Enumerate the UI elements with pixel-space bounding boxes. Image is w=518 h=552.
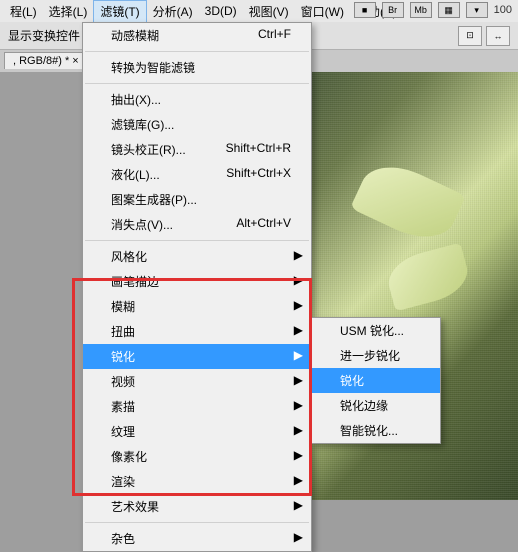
menu-item-label: 转换为智能滤镜: [111, 59, 195, 76]
submenu-item-锐化[interactable]: 锐化: [312, 368, 440, 393]
submenu-arrow-icon: ▶: [294, 530, 303, 544]
submenu-item-label: 智能锐化...: [340, 422, 398, 439]
menu-item-渲染[interactable]: 渲染 ▶: [83, 469, 311, 494]
icon-mb[interactable]: Mb: [410, 2, 432, 18]
menu-shortcut: Ctrl+F: [258, 27, 291, 44]
menu-item-label: 纹理: [111, 423, 135, 440]
menu-滤镜(T)[interactable]: 滤镜(T): [93, 0, 146, 23]
menu-item-label: 杂色: [111, 530, 135, 547]
menu-item-label: 视频: [111, 373, 135, 390]
menu-item-风格化[interactable]: 风格化 ▶: [83, 244, 311, 269]
menu-item-锐化[interactable]: 锐化 ▶: [83, 344, 311, 369]
menu-item-消失点(V)...[interactable]: 消失点(V)... Alt+Ctrl+V: [83, 212, 311, 237]
submenu-arrow-icon: ▶: [294, 448, 303, 462]
menu-item-label: 锐化: [111, 348, 135, 365]
submenu-item-label: USM 锐化...: [340, 322, 404, 339]
menu-item-label: 抽出(X)...: [111, 91, 161, 108]
menu-3D(D)[interactable]: 3D(D): [199, 2, 243, 20]
submenu-item-智能锐化...[interactable]: 智能锐化...: [312, 418, 440, 443]
menu-item-label: 镜头校正(R)...: [111, 141, 186, 158]
menu-分析(A)[interactable]: 分析(A): [147, 1, 199, 22]
icon-drop[interactable]: ▾: [466, 2, 488, 18]
submenu-item-进一步锐化[interactable]: 进一步锐化: [312, 343, 440, 368]
menu-item-label: 滤镜库(G)...: [111, 116, 174, 133]
menu-item-label: 像素化: [111, 448, 147, 465]
menu-item-label: 消失点(V)...: [111, 216, 173, 233]
filter-menu: 动感模糊 Ctrl+F 转换为智能滤镜抽出(X)... 滤镜库(G)... 镜头校正(R…: [82, 22, 312, 552]
menu-item-label: 动感模糊: [111, 27, 159, 44]
menu-item-滤镜库(G)...[interactable]: 滤镜库(G)...: [83, 112, 311, 137]
submenu-arrow-icon: ▶: [294, 498, 303, 512]
submenu-item-锐化边缘[interactable]: 锐化边缘: [312, 393, 440, 418]
distribute-btn[interactable]: ↔: [486, 26, 510, 46]
submenu-arrow-icon: ▶: [294, 423, 303, 437]
menu-separator: [85, 51, 309, 52]
submenu-arrow-icon: ▶: [294, 323, 303, 337]
menu-item-label: 艺术效果: [111, 498, 159, 515]
menu-item-纹理[interactable]: 纹理 ▶: [83, 419, 311, 444]
menu-item-画笔描边[interactable]: 画笔描边 ▶: [83, 269, 311, 294]
menu-视图(V)[interactable]: 视图(V): [243, 1, 295, 22]
menu-separator: [85, 83, 309, 84]
icon-screen[interactable]: ■: [354, 2, 376, 18]
menu-item-label: 画笔描边: [111, 273, 159, 290]
menu-item-label: 图案生成器(P)...: [111, 191, 197, 208]
menu-item-抽出(X)...[interactable]: 抽出(X)...: [83, 87, 311, 112]
menu-item-label: 渲染: [111, 473, 135, 490]
submenu-item-label: 锐化: [340, 372, 364, 389]
menu-shortcut: Shift+Ctrl+X: [226, 166, 291, 183]
menu-item-液化(L)...[interactable]: 液化(L)... Shift+Ctrl+X: [83, 162, 311, 187]
submenu-arrow-icon: ▶: [294, 298, 303, 312]
menu-item-label: 扭曲: [111, 323, 135, 340]
menu-item-扭曲[interactable]: 扭曲 ▶: [83, 319, 311, 344]
menu-item-label: 素描: [111, 398, 135, 415]
menu-item-label: 风格化: [111, 248, 147, 265]
menu-separator: [85, 522, 309, 523]
menu-程(L)[interactable]: 程(L): [4, 1, 43, 22]
submenu-arrow-icon: ▶: [294, 398, 303, 412]
menu-item-label: 模糊: [111, 298, 135, 315]
icon-grid[interactable]: ▦: [438, 2, 460, 18]
submenu-item-USM 锐化...[interactable]: USM 锐化...: [312, 318, 440, 343]
submenu-arrow-icon: ▶: [294, 473, 303, 487]
leaf-shape: [383, 242, 473, 311]
transform-controls-label: 显示变换控件: [8, 27, 80, 44]
menu-shortcut: Shift+Ctrl+R: [226, 141, 291, 158]
submenu-arrow-icon: ▶: [294, 248, 303, 262]
menu-shortcut: Alt+Ctrl+V: [236, 216, 291, 233]
sharpen-submenu: USM 锐化... 进一步锐化锐化锐化边缘智能锐化...: [311, 317, 441, 444]
menu-separator: [85, 240, 309, 241]
submenu-arrow-icon: ▶: [294, 348, 303, 362]
menu-选择(L)[interactable]: 选择(L): [43, 1, 94, 22]
submenu-item-label: 进一步锐化: [340, 347, 400, 364]
menu-item-艺术效果[interactable]: 艺术效果 ▶: [83, 494, 311, 519]
submenu-arrow-icon: ▶: [294, 373, 303, 387]
menu-item-杂色[interactable]: 杂色 ▶: [83, 526, 311, 551]
submenu-arrow-icon: ▶: [294, 273, 303, 287]
align-btn[interactable]: ⊡: [458, 26, 482, 46]
menu-item-模糊[interactable]: 模糊 ▶: [83, 294, 311, 319]
submenu-item-label: 锐化边缘: [340, 397, 388, 414]
menu-item-视频[interactable]: 视频 ▶: [83, 369, 311, 394]
top-icons: ■ Br Mb ▦ ▾ 100: [354, 2, 512, 18]
menu-窗口(W)[interactable]: 窗口(W): [295, 1, 350, 22]
document-tab[interactable]: , RGB/8#) * ×: [4, 52, 88, 69]
menu-item-动感模糊[interactable]: 动感模糊 Ctrl+F: [83, 23, 311, 48]
leaf-shape: [350, 154, 466, 251]
menu-item-转换为智能滤镜[interactable]: 转换为智能滤镜: [83, 55, 311, 80]
menu-item-素描[interactable]: 素描 ▶: [83, 394, 311, 419]
menu-item-像素化[interactable]: 像素化 ▶: [83, 444, 311, 469]
icon-bridge[interactable]: Br: [382, 2, 404, 18]
menu-item-图案生成器(P)...[interactable]: 图案生成器(P)...: [83, 187, 311, 212]
menu-item-镜头校正(R)...[interactable]: 镜头校正(R)... Shift+Ctrl+R: [83, 137, 311, 162]
menu-item-label: 液化(L)...: [111, 166, 160, 183]
zoom-value: 100: [494, 4, 512, 16]
